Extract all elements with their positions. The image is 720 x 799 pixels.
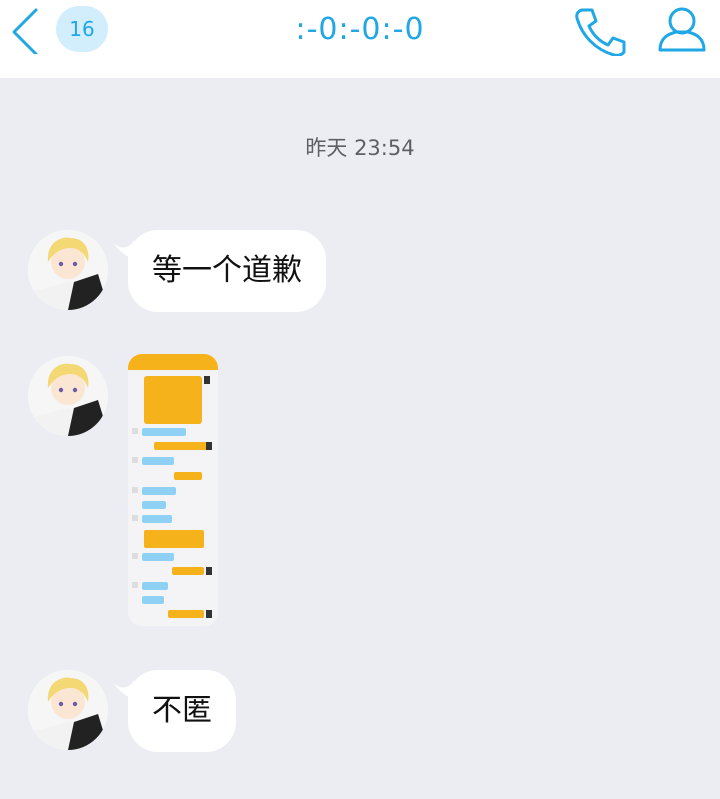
- unread-count-badge[interactable]: 16: [56, 6, 108, 52]
- back-button[interactable]: [8, 6, 44, 56]
- message-bubble[interactable]: 等一个道歉: [128, 230, 326, 312]
- chevron-left-icon: [12, 8, 38, 56]
- chat-header: 16 :-0:-0:-0: [0, 0, 720, 78]
- chat-title: :-0:-0:-0: [295, 12, 425, 47]
- person-icon: [658, 7, 706, 52]
- sender-avatar[interactable]: [28, 670, 108, 750]
- message-text: 等一个道歉: [152, 253, 302, 288]
- message-timestamp: 昨天 23:54: [305, 136, 415, 160]
- image-message-thumbnail[interactable]: [128, 354, 218, 626]
- message-bubble[interactable]: 不匿: [128, 670, 236, 752]
- profile-button[interactable]: [654, 4, 710, 56]
- call-button[interactable]: [572, 4, 628, 57]
- phone-icon: [575, 8, 626, 57]
- message-text: 不匿: [152, 693, 212, 728]
- sender-avatar[interactable]: [28, 230, 108, 310]
- sender-avatar[interactable]: [28, 356, 108, 436]
